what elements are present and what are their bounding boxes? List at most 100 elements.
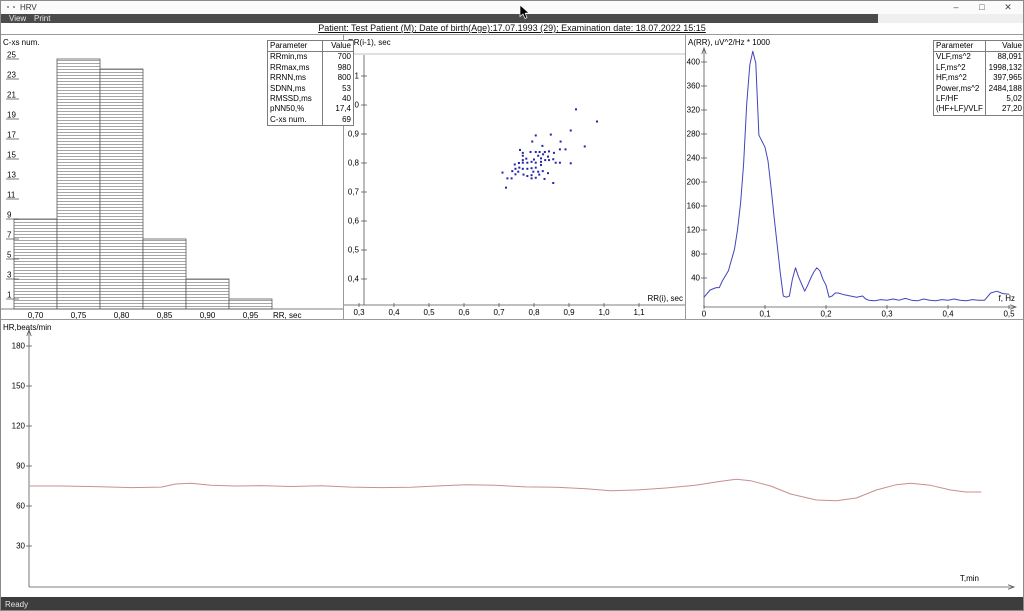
svg-text:0,1: 0,1 <box>759 310 771 319</box>
status-text: Ready <box>1 600 28 609</box>
param-cell: LF,ms^2 <box>934 63 986 73</box>
param-cell: SDNN,ms <box>268 84 323 94</box>
svg-text:0,5: 0,5 <box>1003 310 1015 319</box>
value-cell: Value <box>986 41 1024 51</box>
svg-text:40: 40 <box>691 274 700 283</box>
table-row: (HF+LF)/VLF27,20 <box>934 104 1024 114</box>
hrv-app-window: HRV – □ ✕ View Print Patient: Test Patie… <box>0 0 1024 611</box>
param-cell: Power,ms^2 <box>934 84 986 94</box>
svg-text:0,3: 0,3 <box>881 310 893 319</box>
svg-text:3: 3 <box>7 271 12 280</box>
param-cell: VLF,ms^2 <box>934 52 986 62</box>
table-row: LF/HF5,02 <box>934 94 1024 104</box>
param-cell: RRmax,ms <box>268 63 323 73</box>
hr-trend-chart: 306090120150180T,min <box>1 320 1024 592</box>
scatterplot-chart: 1,1 1,0 0,9 0,8 0,7 0,6 0,5 0,4 0,3 0,4 0,5 0,6 0,7 0… <box>344 35 686 320</box>
svg-text:0,8: 0,8 <box>528 308 540 317</box>
table-row: Power,ms^22484,188 <box>934 84 1024 94</box>
svg-text:180: 180 <box>12 342 26 351</box>
value-cell: 40 <box>323 94 353 104</box>
svg-text:80: 80 <box>691 250 700 259</box>
svg-text:0,3: 0,3 <box>353 308 365 317</box>
menu-item-print[interactable]: Print <box>34 14 50 23</box>
table-row: SDNN,ms53 <box>268 84 353 94</box>
table-row: HF,ms^2397,965 <box>934 73 1024 83</box>
param-cell: RRmin,ms <box>268 52 323 62</box>
svg-text:0,4: 0,4 <box>942 310 954 319</box>
param-cell: Parameter <box>934 41 986 51</box>
svg-text:280: 280 <box>687 130 701 139</box>
svg-text:120: 120 <box>12 422 26 431</box>
value-cell: 700 <box>323 52 353 62</box>
window-title: HRV <box>20 3 37 12</box>
svg-text:9: 9 <box>7 211 12 220</box>
svg-text:0,4: 0,4 <box>348 275 360 284</box>
patient-info-bar: Patient: Test Patient (M); Date of birth… <box>1 23 1023 34</box>
svg-text:0,7: 0,7 <box>348 188 360 197</box>
close-button[interactable]: ✕ <box>997 1 1019 13</box>
value-cell: 2484,188 <box>986 84 1024 94</box>
mouse-cursor <box>519 5 531 26</box>
svg-text:23: 23 <box>7 71 16 80</box>
histogram-y-label: C-xs num. <box>3 38 39 47</box>
svg-text:1,0: 1,0 <box>598 308 610 317</box>
table-row: VLF,ms^288,091 <box>934 52 1024 62</box>
hr-trend-panel: HR,beats/min 306090120150180T,min <box>1 319 1024 592</box>
param-cell: C-xs num. <box>268 115 323 125</box>
svg-text:0,8: 0,8 <box>348 159 360 168</box>
svg-text:0,6: 0,6 <box>348 217 360 226</box>
svg-text:90: 90 <box>16 462 25 471</box>
table-row: RRmin,ms700 <box>268 52 353 62</box>
svg-text:200: 200 <box>687 178 701 187</box>
menu-item-view[interactable]: View <box>9 14 26 23</box>
param-cell: HF,ms^2 <box>934 73 986 83</box>
table-row: C-xs num.69 <box>268 115 353 125</box>
svg-text:13: 13 <box>7 171 16 180</box>
spectrum-y-label: A(RR), uV^2/Hz * 1000 <box>688 38 770 47</box>
svg-text:1: 1 <box>7 291 12 300</box>
svg-text:400: 400 <box>687 58 701 67</box>
svg-text:320: 320 <box>687 106 701 115</box>
param-cell: RMSSD,ms <box>268 94 323 104</box>
svg-text:25: 25 <box>7 51 16 60</box>
svg-text:160: 160 <box>687 202 701 211</box>
param-cell: pNN50,% <box>268 104 323 114</box>
table-row: RRmax,ms980 <box>268 63 353 73</box>
table-row: RRNN,ms800 <box>268 73 353 83</box>
svg-text:0: 0 <box>702 310 707 319</box>
table-row: RMSSD,ms40 <box>268 94 353 104</box>
param-cell: (HF+LF)/VLF <box>934 104 986 114</box>
svg-text:21: 21 <box>7 91 16 100</box>
svg-text:5: 5 <box>7 251 12 260</box>
menu-strip: View Print <box>1 14 878 23</box>
time-domain-params-table: ParameterValueRRmin,ms700RRmax,ms980RRNN… <box>267 40 354 126</box>
svg-text:17: 17 <box>7 131 16 140</box>
svg-text:0,2: 0,2 <box>820 310 832 319</box>
title-bar: HRV – □ ✕ <box>1 1 1023 14</box>
svg-text:240: 240 <box>687 154 701 163</box>
value-cell: 17,4 <box>323 104 353 114</box>
hr-y-label: HR,beats/min <box>3 323 51 332</box>
frequency-domain-params-table: ParameterValueVLF,ms^288,091LF,ms^21998,… <box>933 40 1024 116</box>
svg-text:0,6: 0,6 <box>458 308 470 317</box>
patient-info-text: Patient: Test Patient (M); Date of birth… <box>318 23 706 33</box>
svg-text:360: 360 <box>687 82 701 91</box>
param-cell: RRNN,ms <box>268 73 323 83</box>
svg-text:0,4: 0,4 <box>388 308 400 317</box>
top-panel-row: C-xs num. 1357911131517192123250,700,750… <box>1 34 1023 319</box>
maximize-button[interactable]: □ <box>971 1 993 13</box>
param-cell: Parameter <box>268 41 323 51</box>
scatterplot-y-label: RR(i-1), sec <box>348 38 391 47</box>
svg-text:0,5: 0,5 <box>423 308 435 317</box>
svg-text:0,9: 0,9 <box>563 308 575 317</box>
svg-text:0,5: 0,5 <box>348 246 360 255</box>
svg-text:150: 150 <box>12 382 26 391</box>
scatterplot-panel: RR(i-1), sec 1,1 1,0 0,9 0,8 0,7 0,6 0,5 0,4 0,3… <box>343 35 685 320</box>
svg-text:0,7: 0,7 <box>493 308 505 317</box>
svg-text:15: 15 <box>7 151 16 160</box>
svg-text:19: 19 <box>7 111 16 120</box>
svg-text:11: 11 <box>7 191 16 200</box>
value-cell: 53 <box>323 84 353 94</box>
svg-text:1,1: 1,1 <box>633 308 645 317</box>
minimize-button[interactable]: – <box>945 1 967 13</box>
